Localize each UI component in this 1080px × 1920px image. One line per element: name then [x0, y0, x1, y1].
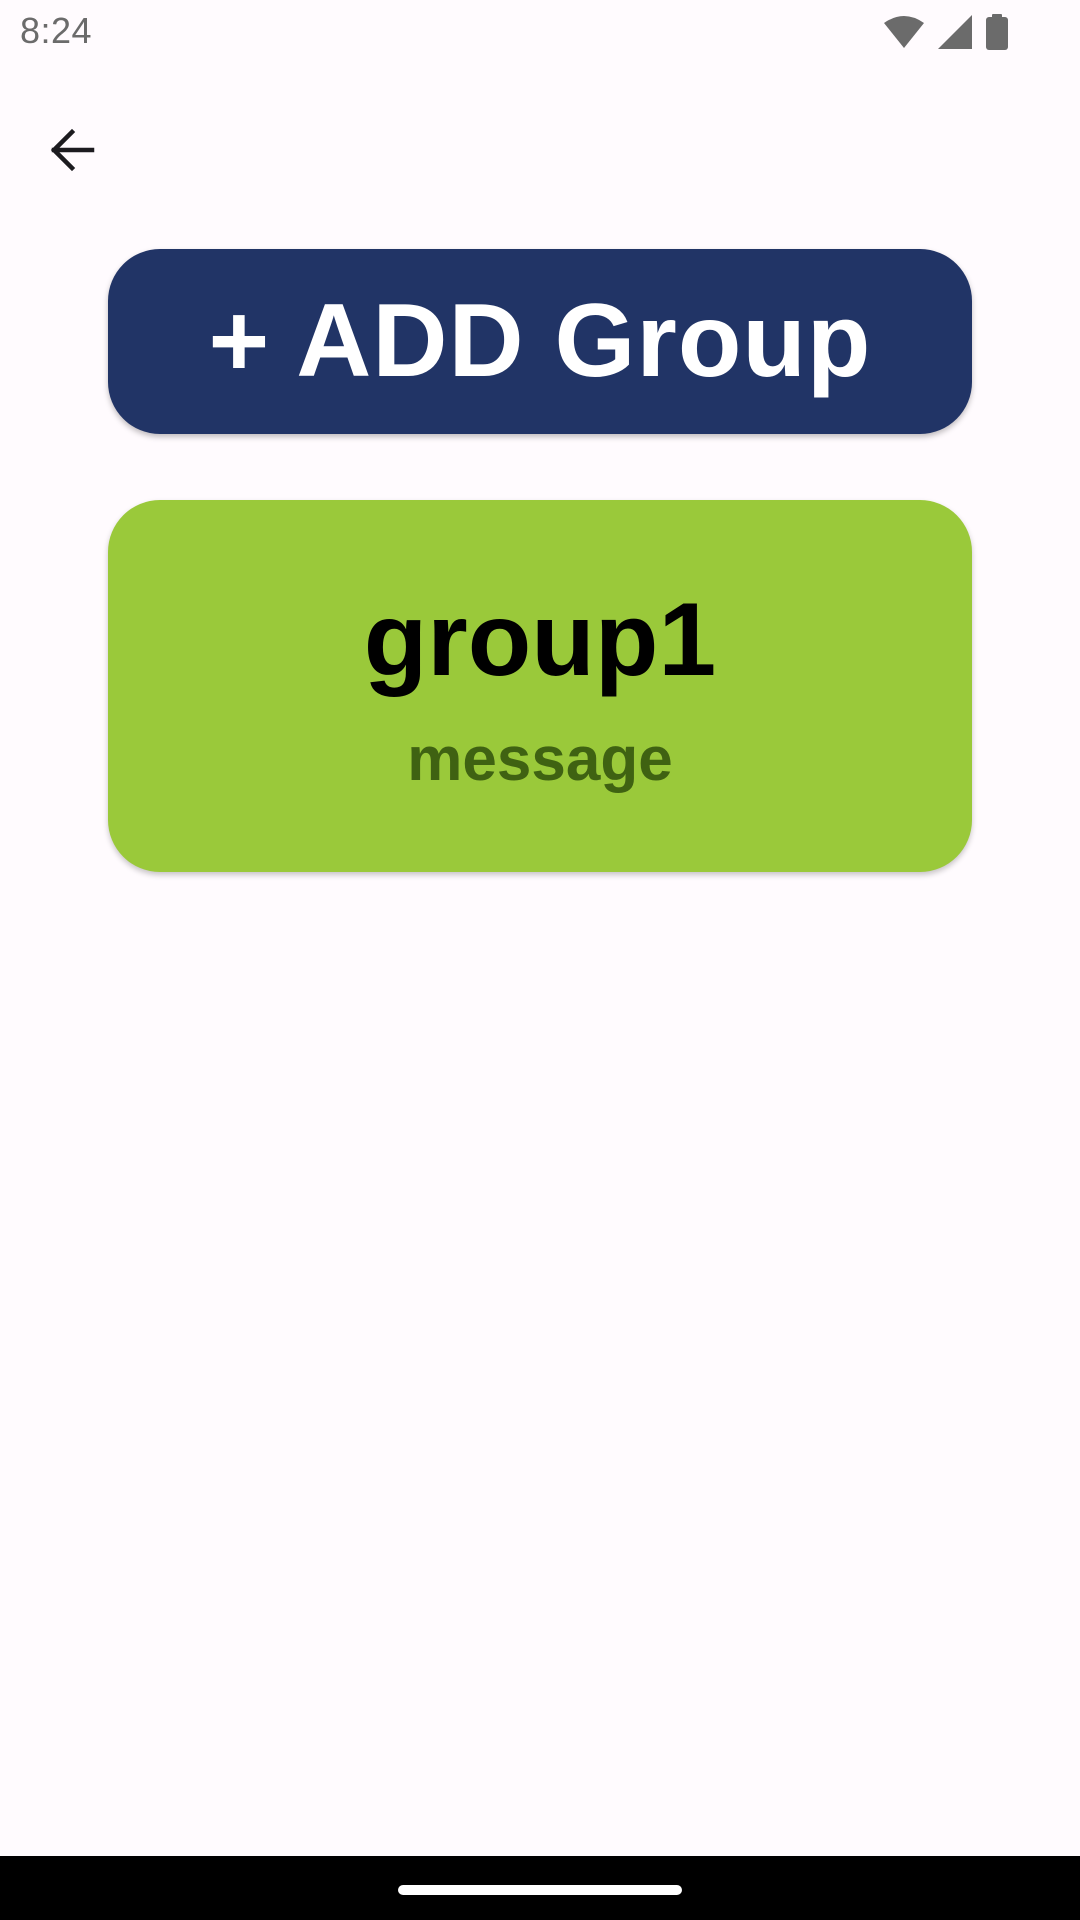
- home-gesture-handle[interactable]: [398, 1885, 682, 1895]
- status-icons: [884, 12, 1008, 52]
- status-time: 8:24: [20, 10, 93, 51]
- add-group-button[interactable]: + ADD Group: [108, 249, 972, 434]
- battery-icon: [986, 14, 1008, 50]
- wifi-icon: [884, 15, 924, 49]
- group-card[interactable]: group1 message: [108, 500, 972, 872]
- arrow-back-icon: [48, 126, 96, 179]
- add-group-button-label: + ADD Group: [208, 283, 872, 399]
- screen: 8:24 + ADD Group group1 message: [0, 0, 1080, 1920]
- status-bar: 8:24: [0, 0, 1080, 64]
- back-button[interactable]: [24, 104, 120, 200]
- navigation-bar: [0, 1856, 1080, 1920]
- app-bar: [0, 64, 1080, 208]
- group-name: group1: [363, 582, 717, 698]
- signal-icon: [938, 15, 972, 49]
- group-message: message: [407, 725, 673, 794]
